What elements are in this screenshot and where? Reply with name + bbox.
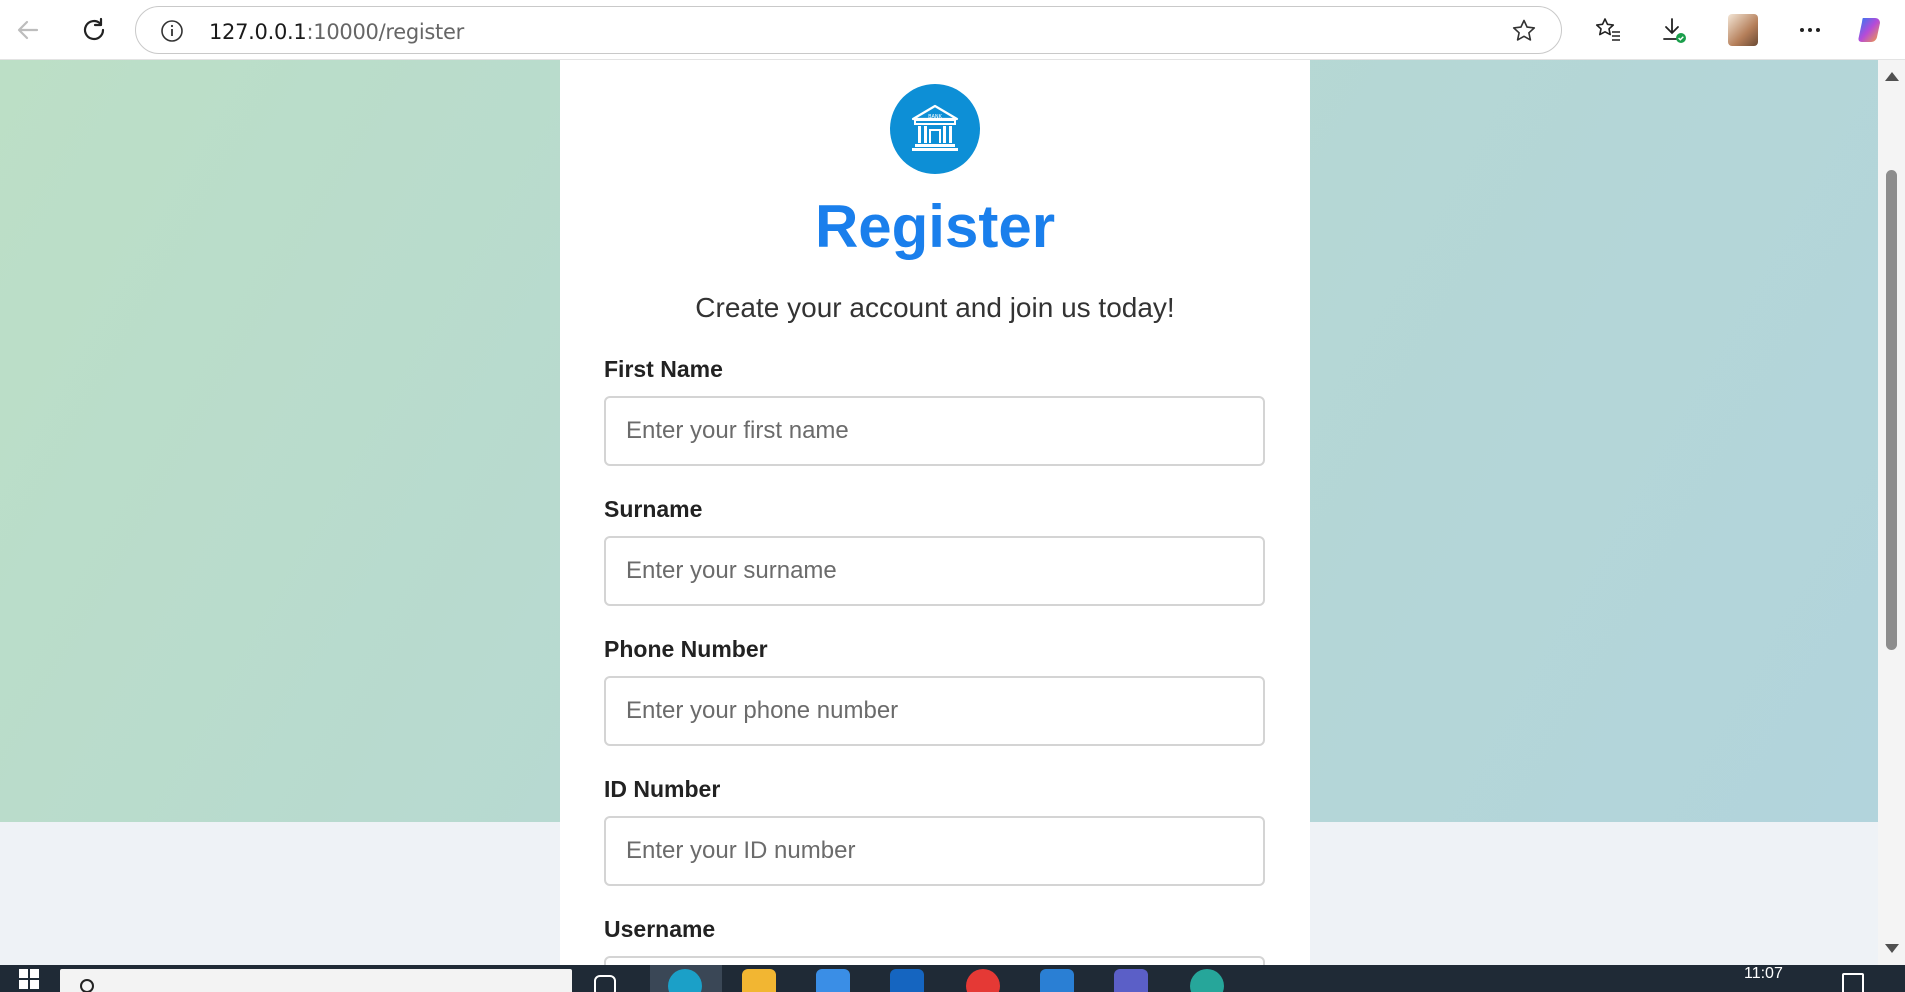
taskbar-search[interactable] <box>60 969 572 992</box>
info-icon[interactable] <box>160 19 184 43</box>
teams-icon[interactable] <box>1114 969 1148 992</box>
scroll-up-arrow-icon[interactable] <box>1885 72 1899 81</box>
mail-icon[interactable] <box>890 969 924 992</box>
star-icon[interactable] <box>1511 18 1537 44</box>
surname-input[interactable] <box>604 536 1265 606</box>
url-host: 127.0.0.1 <box>209 20 307 44</box>
more-icon <box>1800 28 1820 32</box>
windows-taskbar: 11:07 <box>0 965 1905 992</box>
store-icon[interactable] <box>816 969 850 992</box>
scroll-thumb[interactable] <box>1886 170 1897 650</box>
phone-number-label: Phone Number <box>604 636 768 662</box>
browser-toolbar: 127.0.0.1:10000/register <box>0 0 1905 60</box>
url-path: :10000/register <box>306 20 465 44</box>
surname-label: Surname <box>604 496 703 522</box>
start-button[interactable] <box>0 965 58 992</box>
id-number-label: ID Number <box>604 776 721 802</box>
refresh-button[interactable] <box>74 10 114 50</box>
url-text[interactable]: 127.0.0.1:10000/register <box>209 20 464 44</box>
profile-avatar[interactable] <box>1725 12 1761 48</box>
page-title: Register <box>814 193 1056 260</box>
copilot-icon <box>1858 18 1880 42</box>
vscode-icon[interactable] <box>1040 969 1074 992</box>
username-label: Username <box>604 916 716 942</box>
chrome-icon[interactable] <box>966 969 1000 992</box>
bank-logo: BANK <box>890 84 980 174</box>
id-number-input[interactable] <box>604 816 1265 886</box>
refresh-icon <box>83 17 105 41</box>
back-icon <box>17 20 39 40</box>
file-explorer-icon[interactable] <box>742 969 776 992</box>
task-view-icon[interactable] <box>594 975 616 992</box>
scroll-down-arrow-icon[interactable] <box>1885 944 1899 953</box>
notification-icon[interactable] <box>1842 973 1864 992</box>
bank-icon: BANK <box>911 104 959 151</box>
first-name-input[interactable] <box>604 396 1265 466</box>
downloads-icon <box>1663 18 1686 43</box>
app-icon[interactable] <box>1190 969 1224 992</box>
windows-icon <box>19 968 39 989</box>
favorites-icon <box>1595 18 1620 41</box>
favorites-button[interactable] <box>1590 12 1626 48</box>
downloads-button[interactable] <box>1656 12 1692 48</box>
first-name-label: First Name <box>604 356 723 382</box>
page-subtitle: Create your account and join us today! <box>695 292 1175 323</box>
page-scrollbar[interactable] <box>1878 60 1905 965</box>
phone-number-input[interactable] <box>604 676 1265 746</box>
address-bar[interactable]: 127.0.0.1:10000/register <box>135 6 1562 54</box>
taskbar-clock[interactable]: 11:07 <box>1744 965 1783 983</box>
page-viewport: BANK Register Create your account and jo… <box>0 60 1878 965</box>
logo-text: BANK <box>928 114 943 120</box>
copilot-button[interactable] <box>1852 12 1888 48</box>
back-button[interactable] <box>8 10 48 50</box>
more-button[interactable] <box>1792 12 1828 48</box>
search-icon <box>80 979 94 992</box>
register-card: BANK Register Create your account and jo… <box>560 60 1310 965</box>
username-input[interactable] <box>604 956 1265 965</box>
